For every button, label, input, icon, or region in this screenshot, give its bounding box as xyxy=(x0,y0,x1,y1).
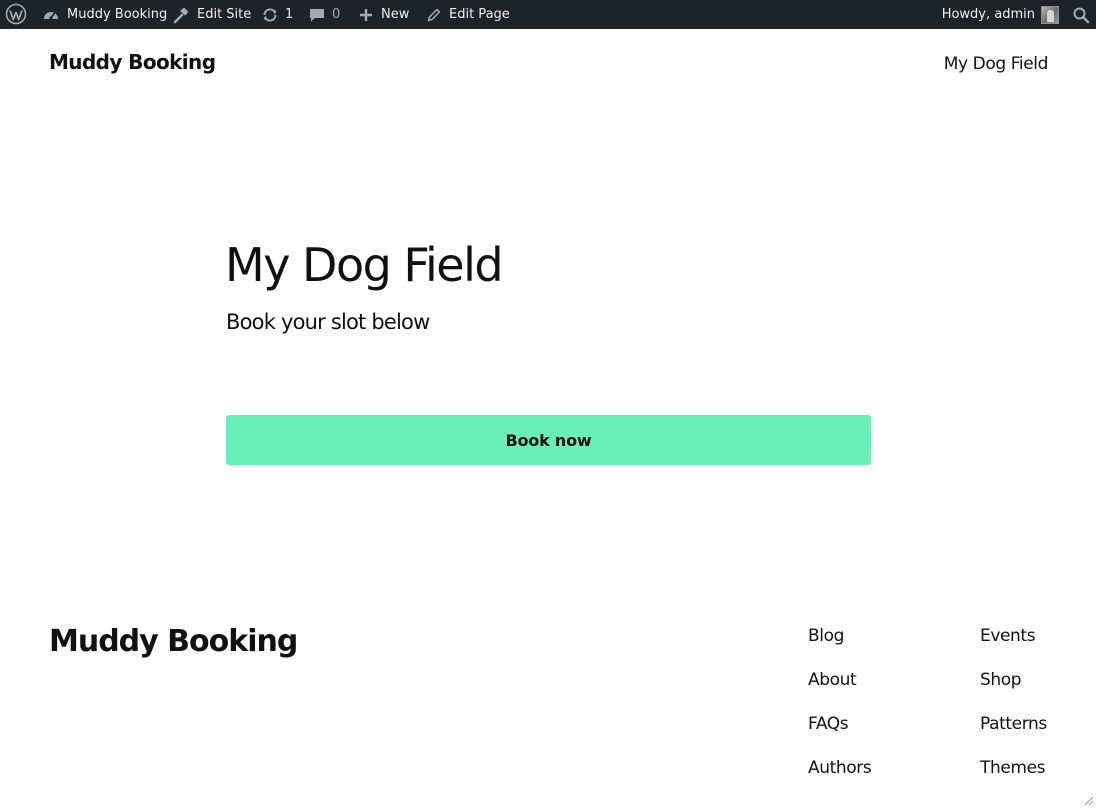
footer-link-patterns[interactable]: Patterns xyxy=(980,714,1047,734)
admin-bar-comments[interactable]: 0 xyxy=(308,0,340,29)
page-title: My Dog Field xyxy=(225,238,502,292)
admin-bar-site-name: Muddy Booking xyxy=(67,7,167,22)
footer-site-title[interactable]: Muddy Booking xyxy=(49,624,297,659)
hammer-icon xyxy=(172,6,190,24)
resize-grip-icon[interactable] xyxy=(1084,793,1094,803)
admin-bar-comments-count: 0 xyxy=(332,7,340,22)
site-title[interactable]: Muddy Booking xyxy=(49,50,215,74)
footer-link-shop[interactable]: Shop xyxy=(980,670,1021,690)
comment-icon xyxy=(308,6,326,24)
avatar xyxy=(1041,6,1059,24)
admin-bar-new-label: New xyxy=(381,7,409,22)
updates-icon xyxy=(261,6,279,24)
wordpress-logo-icon[interactable] xyxy=(5,3,27,25)
admin-bar-site-link[interactable]: Muddy Booking xyxy=(42,0,167,29)
admin-bar-account[interactable]: Howdy, admin xyxy=(942,0,1059,29)
footer-link-themes[interactable]: Themes xyxy=(980,758,1045,778)
admin-bar-updates[interactable]: 1 xyxy=(261,0,293,29)
admin-bar-new[interactable]: New xyxy=(358,0,409,29)
admin-bar-edit-site[interactable]: Edit Site xyxy=(172,0,251,29)
footer-link-faqs[interactable]: FAQs xyxy=(808,714,848,734)
admin-bar-edit-page-label: Edit Page xyxy=(449,7,510,22)
book-now-button[interactable]: Book now xyxy=(226,415,871,465)
admin-bar-howdy: Howdy, admin xyxy=(942,7,1035,22)
search-icon[interactable] xyxy=(1072,0,1090,29)
admin-bar-edit-page[interactable]: Edit Page xyxy=(426,0,510,29)
admin-bar-edit-site-label: Edit Site xyxy=(197,7,251,22)
admin-bar-updates-count: 1 xyxy=(285,7,293,22)
dashboard-icon xyxy=(42,6,60,24)
nav-link-my-dog-field[interactable]: My Dog Field xyxy=(944,54,1048,74)
plus-icon xyxy=(358,7,374,23)
footer-link-authors[interactable]: Authors xyxy=(808,758,871,778)
footer-link-about[interactable]: About xyxy=(808,670,856,690)
page-subtitle: Book your slot below xyxy=(226,310,429,334)
footer-link-blog[interactable]: Blog xyxy=(808,626,844,646)
pencil-icon xyxy=(426,7,442,23)
footer-link-events[interactable]: Events xyxy=(980,626,1035,646)
admin-bar: Muddy Booking Edit Site 1 0 xyxy=(0,0,1096,29)
